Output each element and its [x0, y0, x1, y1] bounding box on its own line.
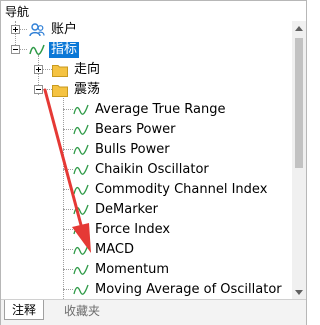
- tree-item-oscillators[interactable]: 震荡: [52, 80, 100, 100]
- indicator-icon: [73, 162, 89, 178]
- indicator-item-label: Chaikin Oscillator: [95, 162, 209, 177]
- tree-item-indicators-label: 指标: [49, 42, 80, 58]
- tree-line: [63, 289, 73, 290]
- indicator-item-label: DeMarker: [95, 202, 158, 217]
- indicator-icon: [73, 142, 89, 158]
- folder-icon: [52, 62, 68, 78]
- navigator-title: 导航: [5, 5, 30, 19]
- indicator-item[interactable]: DeMarker: [73, 200, 158, 220]
- tree-line: [63, 229, 73, 230]
- collapse-indicators-button[interactable]: [11, 45, 20, 54]
- indicator-item[interactable]: Moving Average of Oscillator: [73, 280, 282, 299]
- indicator-item-label: Average True Range: [95, 102, 226, 117]
- navigator-titlebar: 导航: [1, 1, 306, 21]
- accounts-icon: [29, 22, 45, 38]
- indicator-item[interactable]: Commodity Channel Index: [73, 180, 267, 200]
- scroll-up-arrow-icon[interactable]: [292, 21, 306, 35]
- indicator-item-label: Force Index: [95, 222, 171, 237]
- tree-line: [63, 209, 73, 210]
- indicator-icon: [73, 102, 89, 118]
- expand-accounts-button[interactable]: [11, 25, 20, 34]
- scrollbar-thumb[interactable]: [295, 38, 303, 168]
- tab-annotations[interactable]: 注释: [4, 300, 45, 320]
- navigator-panel: 导航 账户 指标 走向 震荡 Average True Range Bears …: [0, 0, 307, 325]
- tree-line: [63, 269, 73, 270]
- indicator-icon: [73, 122, 89, 138]
- tree-line: [63, 249, 73, 250]
- folder-icon: [52, 82, 68, 98]
- indicator-item[interactable]: Bulls Power: [73, 140, 170, 160]
- scroll-down-arrow-icon[interactable]: [292, 285, 306, 299]
- tree-item-oscillators-label: 震荡: [74, 82, 101, 97]
- expand-trend-button[interactable]: [34, 65, 43, 74]
- tree-line: [63, 149, 73, 150]
- navigator-tree: 账户 指标 走向 震荡 Average True Range Bears Pow…: [1, 21, 292, 299]
- indicator-icon: [73, 262, 89, 278]
- indicator-item[interactable]: Momentum: [73, 260, 169, 280]
- navigator-tabs: 注释 收藏夹: [1, 299, 306, 325]
- indicator-icon: [73, 202, 89, 218]
- indicator-icon: [73, 222, 89, 238]
- tree-item-accounts-label: 账户: [51, 22, 78, 37]
- indicator-item-label: Commodity Channel Index: [95, 182, 268, 197]
- indicator-item-macd[interactable]: MACD: [73, 240, 134, 260]
- indicator-icon: [73, 242, 89, 258]
- indicator-item-label: MACD: [95, 242, 134, 257]
- indicator-item[interactable]: Force Index: [73, 220, 170, 240]
- tree-item-trend[interactable]: 走向: [52, 60, 100, 80]
- indicator-item[interactable]: Average True Range: [73, 100, 225, 120]
- indicator-icon: [73, 282, 89, 298]
- indicator-icon: [73, 182, 89, 198]
- tree-item-trend-label: 走向: [74, 62, 101, 77]
- tree-item-accounts[interactable]: 账户: [29, 21, 77, 40]
- tab-favorites[interactable]: 收藏夹: [57, 300, 107, 320]
- tree-line: [63, 189, 73, 190]
- tree-line: [63, 169, 73, 170]
- vertical-scrollbar[interactable]: [292, 21, 306, 299]
- collapse-oscillators-button[interactable]: [34, 85, 43, 94]
- indicator-item-label: Bulls Power: [95, 142, 170, 157]
- tree-line: [63, 129, 73, 130]
- indicator-item-label: Bears Power: [95, 122, 176, 137]
- tree-line: [63, 109, 73, 110]
- indicator-item-label: Moving Average of Oscillator: [95, 282, 282, 297]
- tree-item-indicators[interactable]: 指标: [29, 40, 80, 60]
- indicator-item-label: Momentum: [95, 262, 170, 277]
- indicator-item[interactable]: Chaikin Oscillator: [73, 160, 209, 180]
- indicator-item[interactable]: Bears Power: [73, 120, 175, 140]
- indicator-icon: [29, 42, 45, 58]
